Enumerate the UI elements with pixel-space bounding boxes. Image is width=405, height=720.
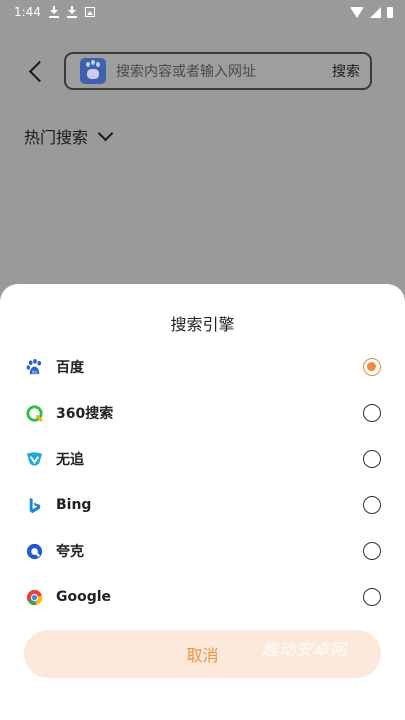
search-input[interactable]: 搜索内容或者输入网址 搜索 bbox=[64, 52, 372, 90]
engine-option-360[interactable]: 360搜索 bbox=[0, 390, 405, 436]
status-time: 1:44 bbox=[14, 5, 41, 19]
wifi-icon bbox=[350, 6, 364, 18]
search-button[interactable]: 搜索 bbox=[332, 61, 360, 81]
360-search-icon bbox=[26, 404, 43, 422]
bing-icon bbox=[29, 497, 41, 513]
image-notification-icon bbox=[84, 7, 95, 17]
engine-label: 百度 bbox=[56, 360, 84, 376]
status-bar: 1:44 bbox=[0, 0, 405, 24]
download-icon bbox=[66, 6, 77, 18]
baidu-icon: du bbox=[26, 358, 42, 375]
search-engine-sheet: 搜索引擎 du 百度 360搜索 无追 Bing 夸克 Google 取消 趣动… bbox=[0, 284, 405, 720]
svg-text:du: du bbox=[32, 369, 38, 375]
hot-search-toggle[interactable]: 热门搜索 bbox=[24, 124, 114, 148]
battery-icon bbox=[387, 6, 393, 18]
radio-unselected[interactable] bbox=[363, 588, 381, 606]
download-icon bbox=[48, 6, 59, 18]
engine-label: Bing bbox=[56, 497, 92, 513]
engine-option-quark[interactable]: 夸克 bbox=[0, 528, 405, 574]
engine-label: 无追 bbox=[56, 452, 84, 468]
search-placeholder: 搜索内容或者输入网址 bbox=[116, 64, 256, 80]
engine-option-google[interactable]: Google bbox=[0, 574, 405, 620]
wuzhui-icon bbox=[26, 451, 43, 466]
search-header: 搜索内容或者输入网址 搜索 bbox=[0, 52, 405, 92]
engine-label: 360搜索 bbox=[56, 406, 114, 422]
engine-list: du 百度 360搜索 无追 Bing 夸克 Google bbox=[0, 344, 405, 620]
google-chrome-icon bbox=[26, 589, 43, 605]
signal-icon bbox=[370, 6, 381, 18]
engine-option-wuzhui[interactable]: 无追 bbox=[0, 436, 405, 482]
hot-search-label: 热门搜索 bbox=[24, 128, 89, 147]
watermark-text: 趣动安卓网 bbox=[262, 640, 348, 659]
quark-icon bbox=[26, 543, 43, 559]
radio-unselected[interactable] bbox=[363, 542, 381, 560]
engine-label: 夸克 bbox=[56, 544, 84, 560]
radio-unselected[interactable] bbox=[363, 496, 381, 514]
radio-unselected[interactable] bbox=[363, 404, 381, 422]
radio-unselected[interactable] bbox=[363, 450, 381, 468]
sheet-title: 搜索引擎 bbox=[170, 315, 235, 334]
baidu-logo-icon bbox=[80, 58, 106, 84]
chevron-down-icon bbox=[97, 125, 114, 141]
engine-option-baidu[interactable]: du 百度 bbox=[0, 344, 405, 390]
back-button[interactable] bbox=[22, 56, 54, 88]
radio-selected[interactable] bbox=[363, 358, 381, 376]
engine-label: Google bbox=[56, 589, 112, 605]
engine-option-bing[interactable]: Bing bbox=[0, 482, 405, 528]
